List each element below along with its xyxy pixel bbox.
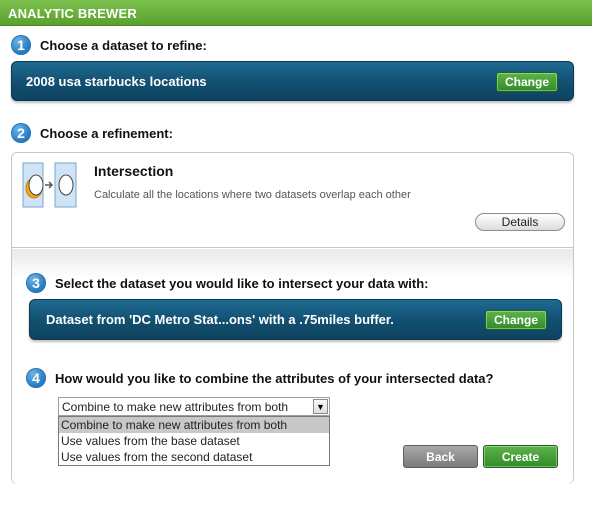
refinement-option: Intersection Calculate all the locations…	[12, 153, 573, 248]
combine-option[interactable]: Combine to make new attributes from both	[59, 417, 329, 433]
intersection-icon	[22, 161, 78, 209]
step-4-label: How would you like to combine the attrib…	[55, 370, 494, 386]
step-2-number: 2	[11, 123, 31, 143]
combine-attributes-select[interactable]: Combine to make new attributes from both…	[58, 397, 330, 416]
intersect-dataset-name: Dataset from 'DC Metro Stat...ons' with …	[46, 312, 394, 327]
create-button[interactable]: Create	[483, 445, 558, 468]
step-4-number: 4	[26, 368, 46, 388]
change-intersect-dataset-button[interactable]: Change	[485, 310, 547, 330]
step-2-header: 2 Choose a refinement:	[11, 123, 173, 143]
step-2-label: Choose a refinement:	[40, 125, 173, 141]
app-title: ANALYTIC BREWER	[0, 0, 592, 26]
step-4-header: 4 How would you like to combine the attr…	[26, 368, 493, 388]
intersect-dataset-bar: Dataset from 'DC Metro Stat...ons' with …	[29, 299, 562, 340]
step-3-header: 3 Select the dataset you would like to i…	[26, 273, 428, 293]
selected-dataset-name: 2008 usa starbucks locations	[26, 73, 207, 89]
step-3-number: 3	[26, 273, 46, 293]
step-1-header: 1 Choose a dataset to refine:	[11, 35, 207, 55]
step-1-label: Choose a dataset to refine:	[40, 37, 207, 53]
refinement-description: Calculate all the locations where two da…	[94, 189, 411, 201]
combine-selected-value: Combine to make new attributes from both	[62, 399, 289, 414]
step-3-label: Select the dataset you would like to int…	[55, 275, 429, 291]
back-button[interactable]: Back	[403, 445, 478, 468]
step-1-number: 1	[11, 35, 31, 55]
combine-options-list: Combine to make new attributes from both…	[58, 416, 330, 466]
change-dataset-button[interactable]: Change	[496, 72, 558, 92]
details-button[interactable]: Details	[475, 213, 565, 231]
combine-option[interactable]: Use values from the base dataset	[59, 433, 329, 449]
refinement-title: Intersection	[94, 163, 174, 179]
combine-option[interactable]: Use values from the second dataset	[59, 449, 329, 465]
selected-dataset-bar: 2008 usa starbucks locations	[11, 61, 574, 101]
chevron-down-icon[interactable]: ▼	[313, 399, 328, 414]
